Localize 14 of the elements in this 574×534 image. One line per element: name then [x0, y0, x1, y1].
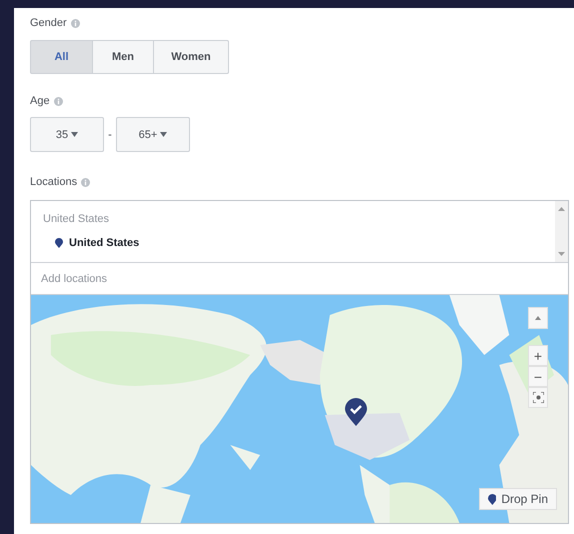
age-min-dropdown[interactable]: 35: [30, 117, 104, 152]
location-item[interactable]: United States: [69, 237, 140, 249]
zoom-out-button[interactable]: −: [528, 366, 548, 387]
gender-option[interactable]: Men: [92, 40, 154, 74]
zoom-in-button[interactable]: +: [528, 345, 548, 366]
age-max-dropdown[interactable]: 65+: [116, 117, 190, 152]
age-label: Age: [30, 95, 50, 107]
drop-pin-button[interactable]: Drop Pin: [478, 488, 557, 510]
age-separator: -: [107, 128, 113, 140]
gender-label: Gender: [30, 17, 67, 29]
locations-label: Locations: [30, 176, 78, 188]
gender-option[interactable]: Women: [153, 40, 229, 74]
gender-option[interactable]: All: [30, 40, 93, 74]
location-group-heading: United States: [43, 213, 110, 225]
